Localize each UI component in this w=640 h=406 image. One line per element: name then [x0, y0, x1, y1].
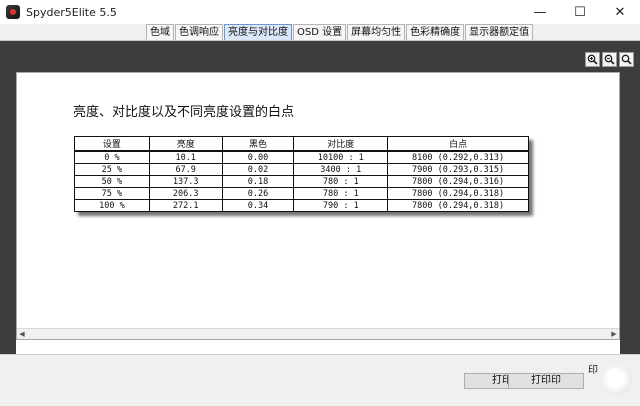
zoom-toolbar [585, 52, 634, 67]
report-bottom-margin [16, 340, 620, 354]
table-cell: 0.34 [221, 199, 295, 212]
table-row: 75 % 206.3 0.26 780 : 1 7800 (0.294,0.318) [74, 187, 529, 200]
scroll-right-icon[interactable]: ▶ [609, 329, 619, 339]
table-cell: 10100 : 1 [293, 150, 389, 164]
column-header: 黑色 [221, 136, 295, 152]
table-cell: 0.26 [221, 187, 295, 200]
bottom-panel: 印 打印 打印印 [0, 354, 640, 406]
table-cell: 780 : 1 [293, 175, 389, 188]
app-icon [6, 5, 20, 19]
zoom-in-icon[interactable] [585, 52, 600, 67]
table-cell: 8100 (0.292,0.313) [387, 150, 529, 164]
tab-3[interactable]: OSD 设置 [293, 24, 347, 40]
table-row: 100 % 272.1 0.34 790 : 1 7800 (0.294,0.318) [74, 199, 529, 212]
table-header-row: 设置 亮度 黑色 对比度 白点 [74, 136, 529, 152]
tab-6[interactable]: 显示器额定值 [465, 24, 534, 40]
tab-0[interactable]: 色域 [146, 24, 174, 40]
table-cell: 0.02 [221, 163, 295, 176]
table-cell: 0 % [74, 150, 150, 164]
table-row: 50 % 137.3 0.18 780 : 1 7800 (0.294,0.316) [74, 175, 529, 188]
print-button-2[interactable]: 打印印 [508, 373, 584, 389]
table-cell: 100 % [74, 199, 150, 212]
tab-4[interactable]: 屏幕均匀性 [347, 24, 406, 40]
column-header: 白点 [387, 136, 529, 152]
maximize-button[interactable]: ☐ [560, 0, 600, 24]
report-title: 亮度、对比度以及不同亮度设置的白点 [73, 105, 295, 120]
table-cell: 7800 (0.294,0.316) [387, 175, 529, 188]
zoom-fit-icon[interactable] [619, 52, 634, 67]
tab-5[interactable]: 色彩精确度 [406, 24, 465, 40]
table-row: 0 % 10.1 0.00 10100 : 1 8100 (0.292,0.313) [74, 150, 529, 164]
table-cell: 7800 (0.294,0.318) [387, 199, 529, 212]
logo-icon [602, 365, 632, 395]
table-cell: 3400 : 1 [293, 163, 389, 176]
table-cell: 10.1 [148, 150, 223, 164]
tab-1[interactable]: 色调响应 [175, 24, 223, 40]
tab-list: 色域 色调响应 亮度与对比度 OSD 设置 屏幕均匀性 色彩精确度 显示器额定值 [146, 24, 534, 40]
table-cell: 780 : 1 [293, 187, 389, 200]
report-page: 亮度、对比度以及不同亮度设置的白点 设置 亮度 黑色 对比度 白点 0 % 10.… [16, 72, 620, 340]
scroll-left-icon[interactable]: ◀ [17, 329, 27, 339]
column-header: 设置 [74, 136, 150, 152]
table-cell: 50 % [74, 175, 150, 188]
table-cell: 25 % [74, 163, 150, 176]
table-cell: 206.3 [148, 187, 223, 200]
table-cell: 137.3 [148, 175, 223, 188]
window-title: Spyder5Elite 5.5 [26, 5, 117, 19]
table-cell: 0.18 [221, 175, 295, 188]
table-cell: 272.1 [148, 199, 223, 212]
tab-strip: 色域 色调响应 亮度与对比度 OSD 设置 屏幕均匀性 色彩精确度 显示器额定值 [0, 24, 640, 41]
table-cell: 0.00 [221, 150, 295, 164]
column-header: 亮度 [148, 136, 223, 152]
table-row: 25 % 67.9 0.02 3400 : 1 7900 (0.293,0.315) [74, 163, 529, 176]
partial-label: 印 [588, 365, 598, 376]
table-cell: 67.9 [148, 163, 223, 176]
brightness-table: 设置 亮度 黑色 对比度 白点 0 % 10.1 0.00 10100 : 1 8100… [74, 136, 529, 212]
close-button[interactable]: ✕ [600, 0, 640, 24]
minimize-button[interactable]: — [520, 0, 560, 24]
table-cell: 790 : 1 [293, 199, 389, 212]
tab-2[interactable]: 亮度与对比度 [224, 24, 292, 40]
horizontal-scrollbar[interactable]: ◀ ▶ [17, 328, 619, 339]
table-cell: 7800 (0.294,0.318) [387, 187, 529, 200]
table-cell: 7900 (0.293,0.315) [387, 163, 529, 176]
zoom-out-icon[interactable] [602, 52, 617, 67]
column-header: 对比度 [293, 136, 389, 152]
title-bar: Spyder5Elite 5.5 — ☐ ✕ [0, 0, 640, 24]
window-controls: — ☐ ✕ [520, 0, 640, 24]
table-cell: 75 % [74, 187, 150, 200]
